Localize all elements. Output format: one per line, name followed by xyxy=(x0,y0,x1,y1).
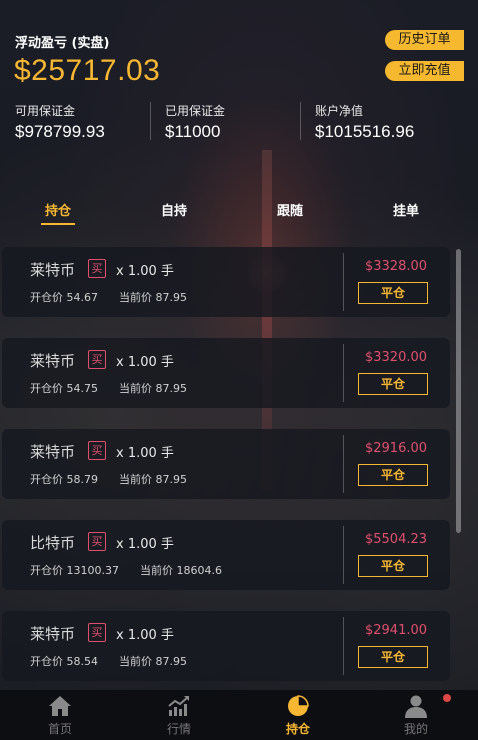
card-divider xyxy=(343,435,344,493)
bottom-nav: 首页 行情 持仓 我的 xyxy=(0,690,478,740)
current-price-label: 当前价 xyxy=(140,564,173,577)
lot-quantity: x 1.00 手 xyxy=(116,537,174,552)
notification-dot xyxy=(443,694,451,702)
current-price-label: 当前价 xyxy=(119,291,152,304)
symbol-name: 莱特币 xyxy=(30,625,76,643)
open-price-value: 58.54 xyxy=(66,655,99,668)
price-row: 开仓价 54.67 当前价 87.95 xyxy=(30,289,187,305)
tab-positions[interactable]: 持仓 xyxy=(36,200,80,219)
profit-value: $3328.00 xyxy=(364,259,428,274)
card-divider xyxy=(343,344,344,402)
open-price-value: 13100.37 xyxy=(66,564,120,577)
open-price-value: 58.79 xyxy=(66,473,99,486)
lot-quantity: x 1.00 手 xyxy=(116,355,174,370)
nav-market-label: 行情 xyxy=(166,722,191,736)
close-position-button[interactable]: 平仓 xyxy=(358,373,428,395)
open-price-value: 54.75 xyxy=(66,382,99,395)
account-header: 浮动盈亏 (实盘) $25717.03 历史订单 立即充值 可用保证金 $978… xyxy=(0,0,478,160)
floating-pl-value: $25717.03 xyxy=(14,54,161,87)
close-position-button[interactable]: 平仓 xyxy=(358,646,428,668)
current-price-value: 87.95 xyxy=(155,382,188,395)
position-card: 比特币 买 x 1.00 手 开仓价 13100.37 当前价 18604.6 … xyxy=(2,520,450,590)
available-margin: 可用保证金 $978799.93 xyxy=(15,102,105,142)
symbol-name: 莱特币 xyxy=(30,261,76,279)
open-price-label: 开仓价 xyxy=(30,382,63,395)
recharge-button[interactable]: 立即充值 xyxy=(385,61,464,81)
position-card: 莱特币 买 x 1.00 手 开仓价 54.67 当前价 87.95 $3328… xyxy=(2,247,450,317)
current-price-label: 当前价 xyxy=(119,655,152,668)
price-row: 开仓价 58.79 当前价 87.95 xyxy=(30,471,187,487)
close-position-button[interactable]: 平仓 xyxy=(358,555,428,577)
floating-pl-label: 浮动盈亏 (实盘) xyxy=(15,36,110,51)
symbol-name: 莱特币 xyxy=(30,352,76,370)
nav-home[interactable]: 首页 xyxy=(20,690,100,740)
tab-self-held[interactable]: 自持 xyxy=(152,200,196,219)
open-price-label: 开仓价 xyxy=(30,473,63,486)
user-icon xyxy=(405,695,427,718)
open-price-label: 开仓价 xyxy=(30,291,63,304)
profit-value: $5504.23 xyxy=(364,532,428,547)
position-card: 莱特币 买 x 1.00 手 开仓价 58.79 当前价 87.95 $2916… xyxy=(2,429,450,499)
lot-quantity: x 1.00 手 xyxy=(116,628,174,643)
lot-quantity: x 1.00 手 xyxy=(116,446,174,461)
account-equity: 账户净值 $1015516.96 xyxy=(315,102,414,142)
close-position-button[interactable]: 平仓 xyxy=(358,282,428,304)
price-row: 开仓价 54.75 当前价 87.95 xyxy=(30,380,187,396)
stat-divider xyxy=(150,102,151,140)
open-price-label: 开仓价 xyxy=(30,564,63,577)
active-tab-indicator xyxy=(41,223,75,225)
position-tabs: 持仓 自持 跟随 挂单 xyxy=(0,195,478,231)
stat-divider xyxy=(300,102,301,140)
buy-badge: 买 xyxy=(88,441,106,460)
account-equity-label: 账户净值 xyxy=(315,104,364,118)
current-price-label: 当前价 xyxy=(119,382,152,395)
nav-positions-label: 持仓 xyxy=(285,722,310,736)
profit-value: $2916.00 xyxy=(364,441,428,456)
tab-pending-orders[interactable]: 挂单 xyxy=(384,200,428,219)
tab-following[interactable]: 跟随 xyxy=(268,200,312,219)
buy-badge: 买 xyxy=(88,350,106,369)
open-price-label: 开仓价 xyxy=(30,655,63,668)
open-price-value: 54.67 xyxy=(66,291,99,304)
pie-icon xyxy=(288,695,309,716)
current-price-value: 87.95 xyxy=(155,655,188,668)
used-margin-label: 已用保证金 xyxy=(165,104,226,118)
lot-quantity: x 1.00 手 xyxy=(116,264,174,279)
account-equity-value: $1015516.96 xyxy=(315,122,415,141)
buy-badge: 买 xyxy=(88,259,106,278)
list-scrollbar[interactable] xyxy=(456,249,461,533)
card-divider xyxy=(343,253,344,311)
symbol-name: 比特币 xyxy=(30,534,76,552)
history-orders-button[interactable]: 历史订单 xyxy=(385,30,464,50)
buy-badge: 买 xyxy=(88,623,106,642)
available-margin-label: 可用保证金 xyxy=(15,104,76,118)
profit-value: $2941.00 xyxy=(364,623,428,638)
current-price-label: 当前价 xyxy=(119,473,152,486)
position-card: 莱特币 买 x 1.00 手 开仓价 54.75 当前价 87.95 $3320… xyxy=(2,338,450,408)
card-divider xyxy=(343,526,344,584)
price-row: 开仓价 13100.37 当前价 18604.6 xyxy=(30,562,222,578)
nav-positions[interactable]: 持仓 xyxy=(258,690,338,740)
profit-value: $3320.00 xyxy=(364,350,428,365)
nav-profile-label: 我的 xyxy=(403,722,428,736)
home-icon xyxy=(49,696,71,716)
close-position-button[interactable]: 平仓 xyxy=(358,464,428,486)
used-margin-value: $11000 xyxy=(165,122,221,141)
symbol-name: 莱特币 xyxy=(30,443,76,461)
nav-home-label: 首页 xyxy=(47,722,72,736)
current-price-value: 87.95 xyxy=(155,473,188,486)
available-margin-value: $978799.93 xyxy=(15,122,105,141)
used-margin: 已用保证金 $11000 xyxy=(165,102,225,142)
current-price-value: 18604.6 xyxy=(176,564,223,577)
chart-icon xyxy=(168,696,189,716)
nav-market[interactable]: 行情 xyxy=(139,690,219,740)
position-card: 莱特币 买 x 1.00 手 开仓价 58.54 当前价 87.95 $2941… xyxy=(2,611,450,681)
buy-badge: 买 xyxy=(88,532,106,551)
card-divider xyxy=(343,617,344,675)
price-row: 开仓价 58.54 当前价 87.95 xyxy=(30,653,187,669)
current-price-value: 87.95 xyxy=(155,291,188,304)
